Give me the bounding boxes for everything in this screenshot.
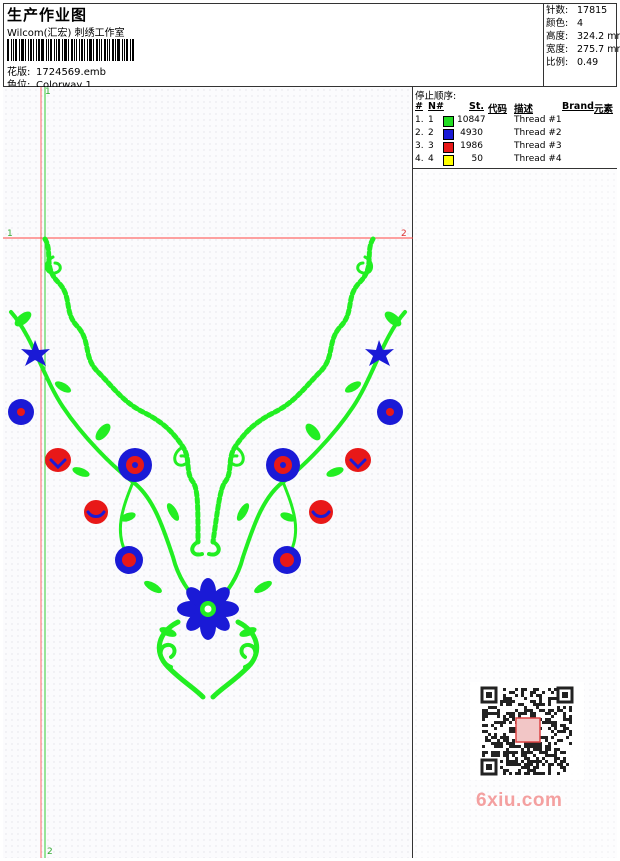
embroidery-design xyxy=(8,236,407,700)
stat-scale: 比例: 0.49 xyxy=(546,56,617,69)
col-header-code: 代码 xyxy=(488,104,508,115)
col-header-brand: Brand xyxy=(562,101,594,112)
blue-flower-right-edge xyxy=(377,399,403,425)
row-stitches: 50 xyxy=(471,154,483,164)
stat-value: 0.49 xyxy=(577,57,599,68)
company-name: Wilcom(汇宏) 刺绣工作室 xyxy=(7,28,125,39)
col-header-desc: 描述 xyxy=(514,104,534,115)
row-desc: Thread #1 xyxy=(514,115,562,125)
row-stitches: 10847 xyxy=(457,115,486,125)
row-n: 4 xyxy=(428,154,434,164)
blue-flower-left-low xyxy=(115,546,143,574)
blue-star-flower-left xyxy=(21,340,50,366)
color-swatch xyxy=(443,142,454,153)
design-canvas: 1 2 1 2 xyxy=(3,87,413,858)
red-bud-right xyxy=(309,500,333,524)
red-tulip-left xyxy=(45,448,71,472)
center-hook xyxy=(190,540,221,557)
stat-label: 颜色: xyxy=(546,18,569,29)
stat-colors: 颜色: 4 xyxy=(546,17,617,30)
marker-v-end: 2 xyxy=(47,847,53,857)
stat-label: 宽度: xyxy=(546,44,569,55)
col-header-num: # xyxy=(415,101,423,112)
stat-value: 4 xyxy=(577,18,584,29)
blue-flower-right-mid xyxy=(266,448,300,482)
stat-width: 宽度: 275.7 mm xyxy=(546,43,620,56)
stat-label: 高度: xyxy=(546,31,569,42)
red-tulip-right xyxy=(345,448,371,472)
bottom-loops xyxy=(158,642,258,669)
embroidery-preview xyxy=(3,87,413,858)
qr-code xyxy=(470,682,584,780)
row-n: 2 xyxy=(428,128,434,138)
logo-stamp xyxy=(515,717,541,743)
header: 生产作业图 Wilcom(汇宏) 刺绣工作室 花版: 1724569.emb 色位… xyxy=(3,3,620,91)
row-index: 2. xyxy=(415,128,424,138)
row-index: 1. xyxy=(415,115,424,125)
row-stitches: 1986 xyxy=(460,141,483,151)
stat-value: 17815 xyxy=(577,5,608,16)
marker-h-end: 2 xyxy=(401,229,407,239)
blue-flower-right-low xyxy=(273,546,301,574)
red-bud-left xyxy=(84,500,108,524)
table-row: 1. 1 10847 Thread #1 xyxy=(413,115,617,128)
row-index: 3. xyxy=(415,141,424,151)
stat-label: 针数: xyxy=(546,5,569,16)
page-title: 生产作业图 xyxy=(7,6,88,24)
row-n: 1 xyxy=(428,115,434,125)
row-n: 3 xyxy=(428,141,434,151)
stat-stitches: 针数: 17815 xyxy=(546,4,617,17)
row-stitches: 4930 xyxy=(460,128,483,138)
marker-h-start: 1 xyxy=(7,229,13,239)
row-desc: Thread #4 xyxy=(514,154,562,164)
stop-sequence-title: 停止顺序: xyxy=(415,91,457,102)
stat-value: 324.2 mm xyxy=(577,31,620,42)
stat-label: 比例: xyxy=(546,57,569,68)
blue-flower-left-edge xyxy=(8,399,34,425)
barcode xyxy=(7,39,143,61)
color-swatch xyxy=(443,116,454,127)
col-header-element: 元素 xyxy=(594,104,614,115)
row-desc: Thread #3 xyxy=(514,141,562,151)
row-desc: Thread #2 xyxy=(514,128,562,138)
blue-star-flower-right xyxy=(365,340,394,366)
watermark: 6xiu.com xyxy=(476,790,563,811)
stat-value: 275.7 mm xyxy=(577,44,620,55)
color-swatch xyxy=(443,129,454,140)
table-row: 4. 4 50 Thread #4 xyxy=(413,154,617,167)
table-row: 2. 2 4930 Thread #2 xyxy=(413,128,617,141)
stop-sequence-table: 停止顺序: # N# St. 代码 描述 Brand 元素 1. 1 10847… xyxy=(413,87,617,169)
marker-v-start: 1 xyxy=(45,87,51,97)
design-stats: 针数: 17815 颜色: 4 高度: 324.2 mm 宽度: 275.7 mm 比例… xyxy=(543,3,620,87)
color-swatch xyxy=(443,155,454,166)
col-header-stitches: St. xyxy=(469,101,484,112)
row-index: 4. xyxy=(415,154,424,164)
col-header-n: N# xyxy=(428,101,444,112)
stat-height: 高度: 324.2 mm xyxy=(546,30,620,43)
table-row: 3. 3 1986 Thread #3 xyxy=(413,141,617,154)
blue-flower-left-mid xyxy=(118,448,152,482)
